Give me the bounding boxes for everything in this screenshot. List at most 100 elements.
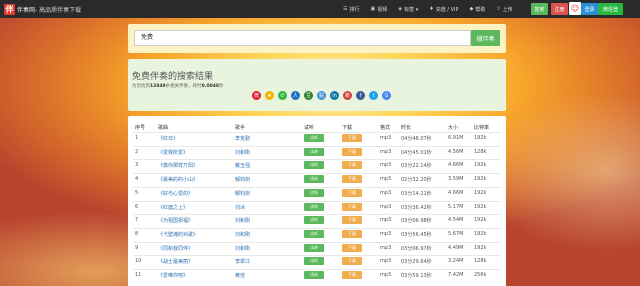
duration-cell: 03分56.45秒 (401, 231, 432, 238)
download-button[interactable]: 下载 (342, 134, 362, 142)
song-link[interactable]: 《同和我同伴》 (158, 245, 193, 252)
download-button[interactable]: 下载 (342, 216, 362, 225)
singer-link[interactable]: 刘和刚 (235, 231, 250, 238)
row-number: 6 (135, 203, 139, 210)
qzone-icon[interactable]: ★ (265, 91, 274, 100)
download-button[interactable]: 下载 (342, 175, 362, 184)
nav-item-4[interactable]: ◆ 帮助 (469, 6, 485, 13)
douban-icon[interactable]: 豆 (304, 91, 313, 100)
row-number: 7 (135, 217, 139, 224)
google-icon[interactable]: G (382, 91, 391, 100)
renren-icon[interactable]: 人 (291, 91, 300, 100)
listen-button[interactable]: 试听 (304, 271, 324, 279)
singer-link[interactable]: 郁钧剑 (235, 176, 250, 183)
listen-button[interactable]: 试听 (304, 229, 324, 238)
size-cell: 3.59M (448, 176, 464, 183)
song-link[interactable]: 《红日》 (158, 135, 178, 142)
duration-cell: 04分48.07秒 (401, 136, 432, 142)
row-number: 10 (135, 258, 142, 265)
weibo-icon[interactable]: 微 (252, 91, 261, 100)
column-header: 下载 (342, 125, 353, 131)
bitrate-cell: 192k (474, 203, 487, 210)
nav-item-2[interactable]: ◈ 标签 ▾ (398, 6, 418, 13)
tieba-icon[interactable]: 贴 (317, 91, 326, 100)
song-link[interactable]: 《好与心爱的》 (158, 190, 193, 197)
song-link[interactable]: 《弋壁滩的对歌》 (158, 231, 198, 238)
help-icon: ◆ (469, 6, 474, 12)
listen-button[interactable]: 试听 (304, 216, 324, 225)
qq-login-button[interactable]: 登录 (581, 3, 598, 15)
song-link[interactable]: 《像你那样丌阳》 (158, 162, 198, 169)
song-link[interactable]: 《战士最美丽》 (158, 258, 193, 265)
row-number: 3 (135, 162, 139, 169)
listen-button[interactable]: 试听 (304, 161, 324, 170)
song-link[interactable]: 《最美的的小山》 (158, 176, 198, 183)
register-button[interactable]: 注册 (551, 3, 568, 15)
row-number: 2 (135, 148, 139, 155)
singer-link[interactable]: 李克勤 (235, 135, 250, 142)
listen-button[interactable]: 试听 (304, 202, 324, 211)
twitter-icon[interactable]: t (369, 91, 378, 100)
format-cell: mp3 (380, 203, 392, 210)
bitrate-cell: 192k (474, 189, 487, 196)
table-row: 5 《好与心爱的》 郁钧剑 试听 下载 mp3 03分14.21秒 4.66M 192k (133, 186, 501, 198)
singer-link[interactable]: 戴玉强 (235, 162, 250, 169)
sina-icon[interactable]: 新 (343, 91, 352, 100)
singer-link[interactable]: 刘和刚 (235, 217, 250, 224)
singer-link[interactable]: 刘和刚 (235, 245, 250, 252)
download-button[interactable]: 下载 (342, 188, 362, 197)
song-link[interactable]: 《爱我所爱》 (158, 149, 188, 156)
format-cell: mp3 (380, 135, 392, 141)
listen-button[interactable]: 试听 (304, 257, 324, 266)
download-button[interactable]: 下载 (342, 257, 362, 266)
table-row: 8 《弋壁滩的对歌》 刘和刚 试听 下载 mp3 03分56.45秒 5.67M 192k (133, 227, 501, 239)
checkin-button[interactable]: 签到 (531, 3, 548, 15)
song-link[interactable]: 《为祖国祝福》 (158, 217, 193, 224)
listen-button[interactable]: 试听 (304, 243, 324, 252)
singer-link[interactable]: 黄佳 (235, 272, 245, 279)
site-logo[interactable]: 伴 (4, 3, 15, 15)
format-cell: mp3 (380, 230, 392, 237)
recharge-icon: ♦ (429, 6, 434, 12)
song-link[interactable]: 《红旗之上》 (158, 204, 188, 211)
singer-link[interactable]: 刘冰 (235, 204, 245, 211)
duration-cell: 03分59.13秒 (401, 273, 432, 279)
listen-button[interactable]: 试听 (304, 188, 324, 197)
search-button[interactable]: 搜伴奏 (471, 30, 500, 46)
nav-item-1[interactable]: ▣ 视频 (371, 6, 388, 13)
linkedin-icon[interactable]: in (330, 91, 339, 100)
size-cell: 7.42M (448, 272, 464, 278)
size-cell: 4.66M (448, 162, 464, 169)
singer-link[interactable]: 李翠江 (235, 258, 250, 265)
format-cell: mp3 (380, 272, 392, 278)
site-name[interactable]: 伴奏网 (17, 5, 35, 14)
avatar-icon[interactable]: ☺ (569, 2, 581, 15)
column-header: 试听 (304, 125, 315, 131)
column-header: 比特率 (474, 125, 490, 131)
listen-button[interactable]: 试听 (304, 147, 324, 156)
bitrate-cell: 192k (474, 176, 487, 183)
download-button[interactable]: 下载 (342, 229, 362, 238)
singer-link[interactable]: 刘和刚 (235, 149, 250, 156)
nav-item-0[interactable]: ☰ 排行 (343, 6, 360, 13)
size-cell: 5.17M (448, 203, 464, 210)
nav-item-5[interactable]: ⇧ 上传 (496, 6, 512, 13)
format-cell: mp3 (380, 217, 392, 224)
listen-button[interactable]: 试听 (304, 134, 324, 142)
download-button[interactable]: 下载 (342, 202, 362, 211)
size-cell: 4.49M (448, 244, 464, 251)
search-input[interactable]: 免费 (134, 30, 471, 46)
singer-link[interactable]: 郁钧剑 (235, 190, 250, 197)
download-button[interactable]: 下载 (342, 271, 362, 279)
download-button[interactable]: 下载 (342, 243, 362, 252)
listen-button[interactable]: 试听 (304, 175, 324, 184)
download-button[interactable]: 下载 (342, 147, 362, 156)
nav-item-label: 标签 ▾ (404, 6, 419, 13)
format-cell: mp3 (380, 176, 392, 183)
download-button[interactable]: 下载 (342, 161, 362, 170)
wechat-icon[interactable]: ✆ (278, 91, 287, 100)
wechat-login-button[interactable]: 微信登 (598, 3, 623, 15)
song-link[interactable]: 《爱唯你吧》 (158, 272, 188, 279)
nav-item-3[interactable]: ♦ 充值 / VIP (429, 6, 458, 13)
facebook-icon[interactable]: f (356, 91, 365, 100)
